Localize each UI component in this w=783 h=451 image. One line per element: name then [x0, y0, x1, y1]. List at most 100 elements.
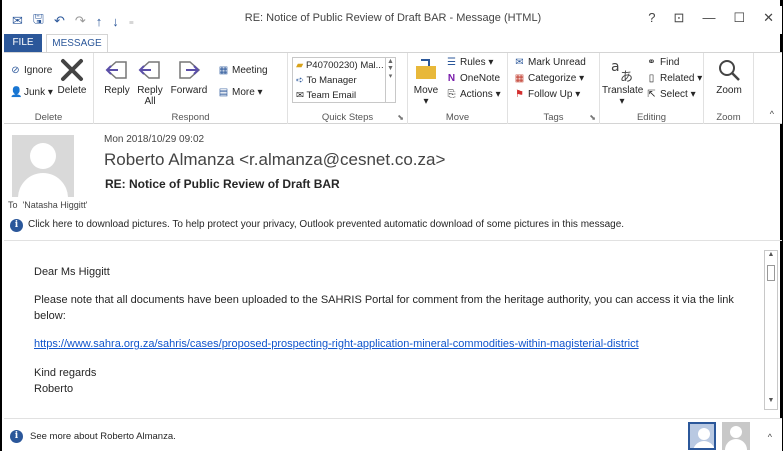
maximize-button[interactable]: ☐: [733, 10, 745, 26]
quick-step-label: P40700230) Mal...: [305, 60, 384, 71]
actions-icon: ⎘: [447, 89, 456, 100]
recipient-line: To 'Natasha Higgitt': [8, 200, 88, 210]
dialog-launcher-icon[interactable]: ⬊: [589, 113, 596, 122]
reply-all-label-2: All: [144, 96, 156, 107]
quick-step-item[interactable]: ➪ To Manager: [293, 73, 395, 88]
ribbon: ⊘ Ignore 👤 Junk ▾ Delete Delete Reply Re…: [4, 52, 782, 124]
window-controls: ? ⊡ — ☐ ✕: [648, 10, 774, 26]
people-avatar[interactable]: [722, 422, 750, 450]
quick-step-item[interactable]: ✉ Team Email: [293, 88, 395, 103]
rules-label: Rules ▾: [460, 57, 494, 68]
mark-unread-button[interactable]: ✉ Mark Unread: [514, 57, 586, 68]
more-respond-button[interactable]: ▤ More ▾: [218, 87, 263, 98]
categorize-label: Categorize ▾: [528, 73, 585, 84]
onenote-label: OneNote: [460, 73, 501, 84]
move-group: Move ▾ ☰ Rules ▾ N OneNote ⎘ Actions ▾ Mo…: [408, 53, 508, 124]
related-icon: ▯: [648, 73, 655, 84]
ribbon-tabs: FILE MESSAGE: [4, 34, 782, 53]
download-pictures-infobar[interactable]: i Click here to download pictures. To he…: [4, 216, 782, 236]
scroll-up-arrow[interactable]: ▲: [765, 251, 777, 263]
editing-group-label: Editing: [636, 112, 667, 123]
move-button[interactable]: Move ▾: [412, 57, 440, 107]
collapse-ribbon-icon[interactable]: ^: [770, 109, 774, 119]
info-icon: i: [10, 219, 23, 232]
to-label: To: [8, 200, 18, 210]
dialog-launcher-icon[interactable]: ⬊: [397, 113, 404, 122]
delete-group: ⊘ Ignore 👤 Junk ▾ Delete Delete: [4, 53, 94, 124]
minimize-button[interactable]: —: [702, 10, 715, 26]
select-button[interactable]: ⇱ Select ▾: [646, 89, 695, 100]
actions-button[interactable]: ⎘ Actions ▾: [446, 89, 501, 100]
scroll-thumb[interactable]: [767, 265, 775, 281]
people-pane-text[interactable]: See more about Roberto Almanza.: [30, 431, 176, 442]
move-label: Move: [413, 85, 439, 96]
related-button[interactable]: ▯ Related ▾: [646, 73, 703, 84]
reply-label: Reply: [104, 85, 130, 96]
junk-label: Junk ▾: [24, 87, 53, 98]
respond-group-label: Respond: [171, 112, 210, 123]
rules-button[interactable]: ☰ Rules ▾: [446, 57, 493, 68]
help-button[interactable]: ?: [648, 10, 655, 26]
tags-group: ✉ Mark Unread ▦ Categorize ▾ ⚑ Follow Up…: [508, 53, 600, 124]
tab-message[interactable]: MESSAGE: [46, 34, 108, 53]
meeting-button[interactable]: ▦ Meeting: [218, 65, 268, 76]
people-avatar-selected[interactable]: [688, 422, 716, 450]
mark-unread-label: Mark Unread: [528, 57, 586, 68]
delete-group-label: Delete: [34, 112, 63, 123]
outlook-message-window: ✉ 🖫 ↶ ↷ ↑ ↓ ₌ RE: Notice of Public Revie…: [0, 0, 783, 451]
reply-all-button[interactable]: Reply All: [134, 57, 166, 107]
title-bar: ✉ 🖫 ↶ ↷ ↑ ↓ ₌ RE: Notice of Public Revie…: [4, 6, 782, 34]
recipient-name[interactable]: 'Natasha Higgitt': [23, 200, 88, 210]
follow-up-button[interactable]: ⚑ Follow Up ▾: [514, 89, 580, 100]
translate-button[interactable]: a あ Translate ▾: [602, 57, 643, 107]
categorize-button[interactable]: ▦ Categorize ▾: [514, 73, 584, 84]
respond-group: Reply Reply All Forward ▦ Meeting ▤ More…: [94, 53, 288, 124]
folder-icon: ▰: [296, 60, 304, 71]
message-scrollbar[interactable]: ▲ ▼: [764, 250, 778, 410]
more-icon: ▤: [218, 87, 229, 98]
reply-all-label: Reply: [137, 85, 163, 96]
zoom-label: Zoom: [716, 85, 742, 96]
categorize-icon: ▦: [514, 73, 525, 84]
envelope-open-icon: ✉: [515, 57, 524, 68]
quick-steps-gallery: ▰ P40700230) Mal... ➪ To Manager ✉ Team …: [292, 57, 396, 103]
flag-icon: ⚑: [515, 89, 524, 100]
delete-label: Delete: [57, 85, 87, 96]
translate-dropdown-arrow: ▾: [619, 96, 625, 107]
tags-group-label: Tags: [543, 112, 564, 123]
mail-small-icon: ✉: [296, 90, 304, 101]
find-button[interactable]: ⚭ Find: [646, 57, 679, 68]
sender-avatar: [12, 135, 74, 197]
tab-file[interactable]: FILE: [4, 34, 42, 52]
binoculars-icon: ⚭: [647, 57, 656, 68]
forward-button[interactable]: Forward: [168, 57, 210, 96]
expand-people-pane-icon[interactable]: ^: [768, 432, 772, 442]
quick-step-label: Team Email: [306, 90, 357, 101]
signoff-line2: Roberto: [34, 383, 74, 395]
scroll-down-arrow[interactable]: ▼: [765, 397, 777, 409]
zoom-group-label: Zoom: [716, 112, 741, 123]
sahris-link[interactable]: https://www.sahra.org.za/sahris/cases/pr…: [34, 338, 639, 350]
junk-button[interactable]: 👤 Junk ▾: [10, 87, 53, 98]
ribbon-display-options-button[interactable]: ⊡: [674, 10, 685, 26]
close-button[interactable]: ✕: [763, 10, 774, 26]
quick-steps-scroll[interactable]: ▲ ▼ ▾: [385, 58, 395, 102]
delete-icon: [61, 59, 83, 81]
quick-step-item[interactable]: ▰ P40700230) Mal...: [293, 58, 395, 73]
ignore-icon: ⊘: [11, 65, 20, 76]
forward-label: Forward: [170, 85, 208, 96]
quick-steps-group-label: Quick Steps: [321, 112, 374, 123]
reply-button[interactable]: Reply: [102, 57, 132, 96]
header-divider: [4, 240, 782, 241]
ignore-label: Ignore: [24, 65, 53, 76]
info-icon: i: [10, 430, 23, 443]
forward-icon: [179, 61, 201, 79]
delete-button[interactable]: Delete: [54, 57, 90, 96]
actions-label: Actions ▾: [460, 89, 501, 100]
translate-icon: a あ: [611, 59, 633, 83]
zoom-button[interactable]: Zoom: [710, 57, 748, 96]
svg-text:a: a: [611, 59, 620, 75]
ignore-button[interactable]: ⊘ Ignore: [10, 65, 52, 76]
sender-name[interactable]: Roberto Almanza <r.almanza@cesnet.co.za>: [104, 150, 445, 170]
onenote-button[interactable]: N OneNote: [446, 73, 500, 84]
